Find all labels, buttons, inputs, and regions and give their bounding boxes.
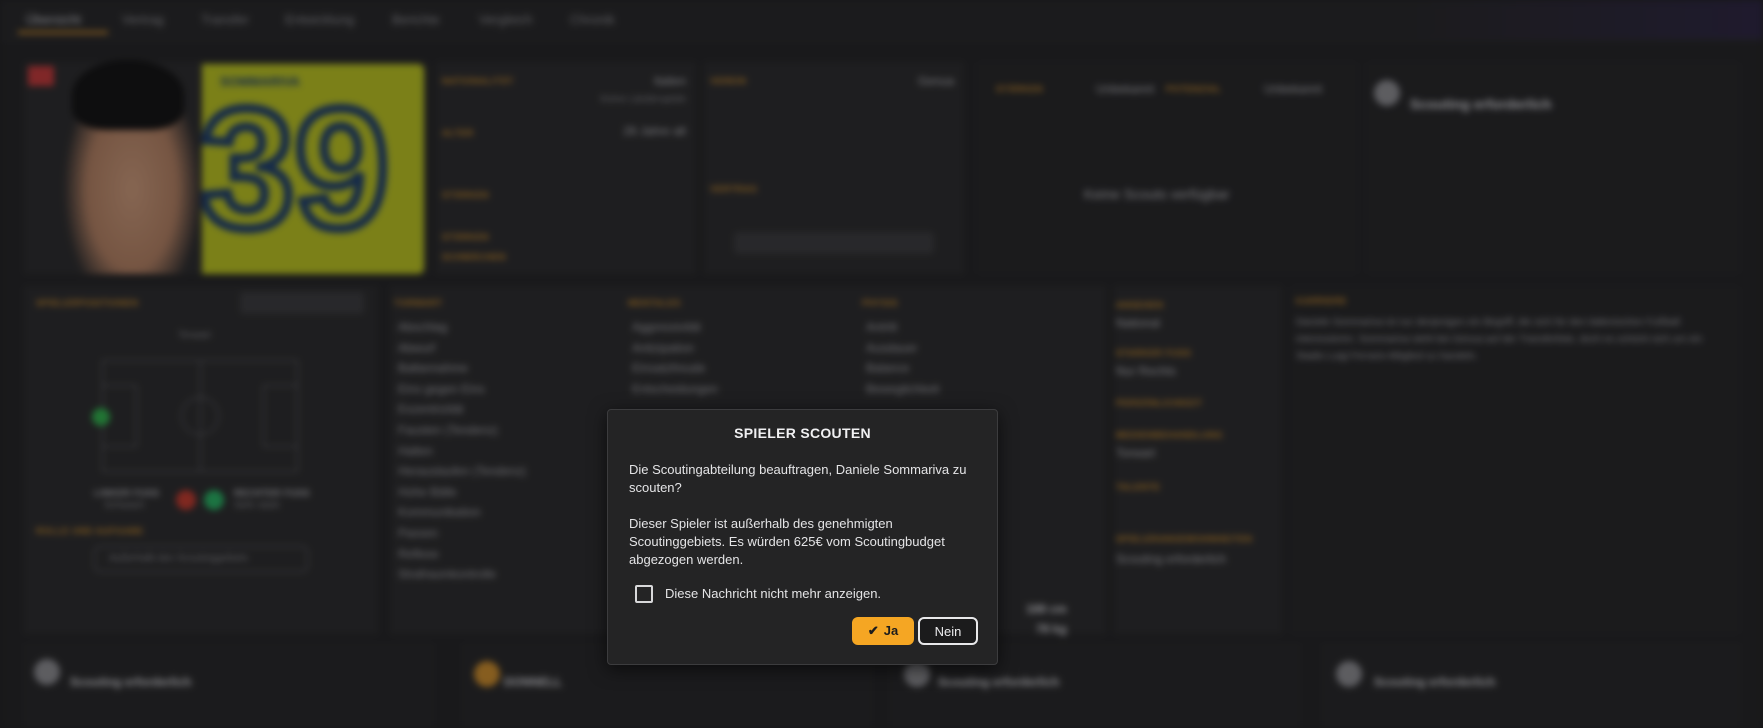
- checkmark-icon: ✔: [867, 623, 879, 638]
- dialog-question: Die Scoutingabteilung beauftragen, Danie…: [629, 462, 967, 495]
- dont-show-again-checkbox[interactable]: [635, 585, 653, 603]
- dialog-warning: Dieser Spieler ist außerhalb des genehmi…: [629, 516, 945, 567]
- no-button[interactable]: Nein: [918, 617, 978, 645]
- dont-show-again-label[interactable]: Diese Nachricht nicht mehr anzeigen.: [665, 586, 881, 601]
- yes-button[interactable]: ✔ Ja: [852, 617, 914, 645]
- yes-button-label: Ja: [883, 623, 899, 638]
- scout-player-dialog: SPIELER SCOUTEN Die Scoutingabteilung be…: [607, 409, 998, 665]
- dialog-title: SPIELER SCOUTEN: [734, 425, 871, 441]
- dialog-body: Die Scoutingabteilung beauftragen, Danie…: [629, 461, 981, 587]
